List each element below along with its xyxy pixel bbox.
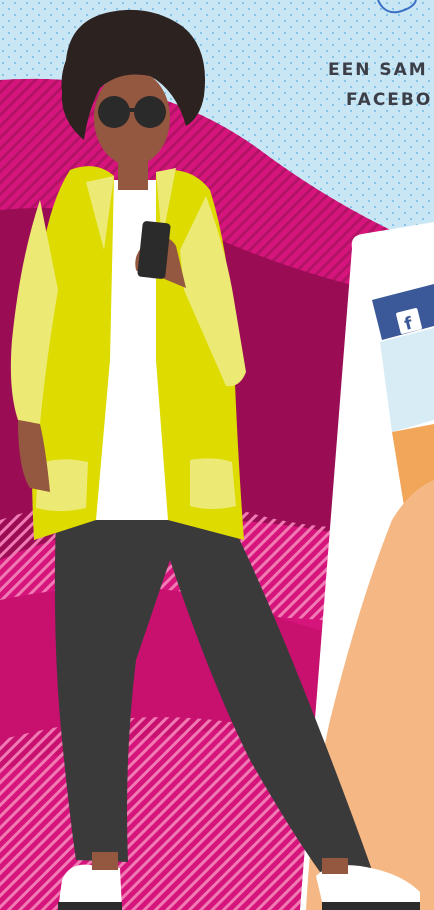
scene-illustration: f [0,0,434,910]
headline-line-1: EEN SAM [328,60,428,80]
illustration-stage: f EEN SAM FACEBO [0,0,434,910]
phone-in-hand [137,221,171,279]
headline-line-2: FACEBO [346,90,433,110]
